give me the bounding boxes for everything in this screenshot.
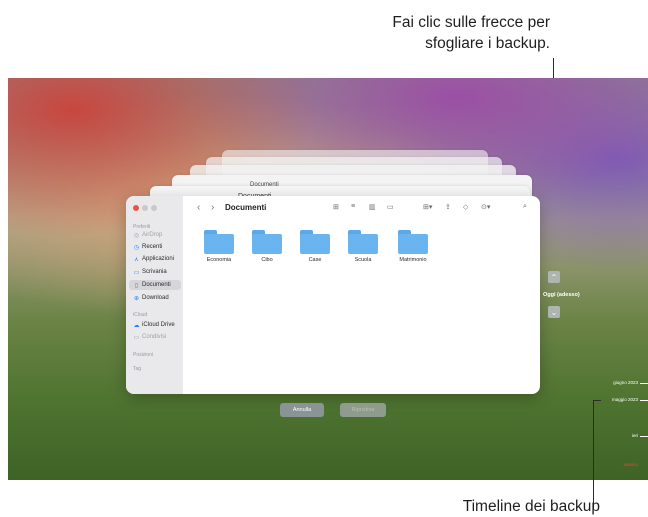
sidebar-section-icloud: iCloud	[133, 312, 148, 318]
timeline-tick	[640, 400, 648, 401]
timeline-down-button[interactable]: ⌄	[548, 306, 560, 318]
folder-name: Scuola	[354, 257, 372, 263]
folder-icon	[204, 230, 234, 254]
folder-item[interactable]: Matrimonio	[388, 230, 438, 263]
finder-sidebar: Preferiti ◎ AirDrop ◷ Recenti ⋏ Applicaz…	[126, 196, 183, 394]
search-icon[interactable]: ⌕	[523, 203, 527, 211]
list-view-icon[interactable]: ≡	[351, 203, 355, 210]
folder-item[interactable]: Economia	[194, 230, 244, 263]
folder-name: Matrimonio	[399, 257, 427, 263]
sidebar-item-airdrop[interactable]: ◎ AirDrop	[129, 230, 181, 240]
cancel-button[interactable]: Annulla	[280, 403, 324, 417]
group-icon[interactable]: ⊞▾	[423, 203, 432, 211]
timeline-tick	[640, 436, 648, 437]
sidebar-item-download[interactable]: ⊕ Download	[129, 293, 181, 303]
sidebar-section-tags: Tag	[133, 366, 142, 372]
clock-icon: ◷	[133, 244, 140, 251]
close-button[interactable]	[133, 205, 139, 211]
sidebar-item-documenti[interactable]: ▯ Documenti	[129, 280, 181, 290]
column-view-icon[interactable]: ▥	[369, 203, 376, 211]
sidebar-item-icloud-drive[interactable]: ☁ iCloud Drive	[129, 320, 181, 330]
timeline-mark-now[interactable]: adesso	[578, 462, 638, 467]
window-title: Documenti	[225, 203, 267, 212]
sidebar-item-applicazioni[interactable]: ⋏ Applicazioni	[129, 254, 181, 264]
share-icon[interactable]: ⇪	[445, 203, 451, 211]
sidebar-item-label: Applicazioni	[142, 256, 175, 262]
sidebar-item-label: Download	[142, 295, 169, 301]
back-icon[interactable]: ‹	[197, 202, 200, 213]
arrows-callout: Fai clic sulle frecce per sfogliare i ba…	[250, 12, 550, 54]
timeline-mark[interactable]: maggio 2023	[578, 397, 638, 402]
timeline-leader-line	[593, 400, 594, 508]
sidebar-item-label: Recenti	[142, 244, 163, 250]
sidebar-item-label: Scrivania	[142, 269, 167, 275]
timeline-up-button[interactable]: ⌃	[548, 271, 560, 283]
download-icon: ⊕	[133, 295, 140, 302]
shared-folder-icon: ▭	[133, 334, 140, 341]
window-controls	[133, 205, 157, 211]
finder-toolbar: ‹ › Documenti ⊞ ≡ ▥ ▭ ⊞▾ ⇪ ◇ ⊙▾ ⌕	[183, 196, 540, 218]
timeline-mark[interactable]: ieri	[578, 433, 638, 438]
apps-icon: ⋏	[134, 256, 139, 263]
tag-icon[interactable]: ◇	[463, 203, 468, 211]
folder-name: Economia	[206, 257, 232, 263]
restore-button[interactable]: Ripristina	[340, 403, 386, 417]
forward-icon[interactable]: ›	[211, 202, 214, 213]
timeline-leader-tick	[593, 400, 601, 401]
document-icon: ▯	[134, 282, 139, 289]
sidebar-item-label: AirDrop	[142, 232, 163, 238]
folder-icon	[398, 230, 428, 254]
finder-window: Preferiti ◎ AirDrop ◷ Recenti ⋏ Applicaz…	[126, 196, 540, 394]
chevron-down-icon: ⌄	[550, 307, 558, 317]
zoom-button[interactable]	[151, 205, 157, 211]
folder-item[interactable]: Scuola	[338, 230, 388, 263]
sidebar-item-label: Documenti	[142, 282, 171, 288]
minimize-button[interactable]	[142, 205, 148, 211]
sidebar-item-scrivania[interactable]: ▭ Scrivania	[129, 267, 181, 277]
icon-view-icon[interactable]: ⊞	[333, 203, 339, 211]
airdrop-icon: ◎	[133, 232, 140, 239]
folder-item[interactable]: Case	[290, 230, 340, 263]
folder-item[interactable]: Cibo	[242, 230, 292, 263]
desktop-icon: ▭	[133, 269, 140, 276]
timeline-now-label: Oggi (adesso)	[543, 292, 580, 298]
timeline-mark[interactable]: giugno 2023	[578, 380, 638, 385]
cloud-icon: ☁	[133, 322, 140, 329]
folder-icon	[252, 230, 282, 254]
sidebar-item-condivisi[interactable]: ▭ Condivisi	[129, 332, 181, 342]
gallery-view-icon[interactable]: ▭	[387, 203, 394, 211]
chevron-up-icon: ⌃	[550, 272, 558, 282]
timeline-callout: Timeline dei backup	[462, 498, 600, 515]
sidebar-item-label: iCloud Drive	[142, 322, 175, 328]
folder-icon	[348, 230, 378, 254]
arrows-callout-line2: sfogliare i backup.	[425, 35, 550, 52]
folder-name: Cibo	[261, 257, 273, 263]
more-icon[interactable]: ⊙▾	[481, 203, 490, 211]
folder-name: Case	[308, 257, 322, 263]
folder-icon	[300, 230, 330, 254]
timeline-tick	[640, 383, 648, 384]
sidebar-item-label: Condivisi	[142, 334, 167, 340]
sidebar-section-locations: Posizioni	[133, 352, 154, 358]
sidebar-item-recenti[interactable]: ◷ Recenti	[129, 242, 181, 252]
arrows-callout-line1: Fai clic sulle frecce per	[392, 14, 550, 31]
